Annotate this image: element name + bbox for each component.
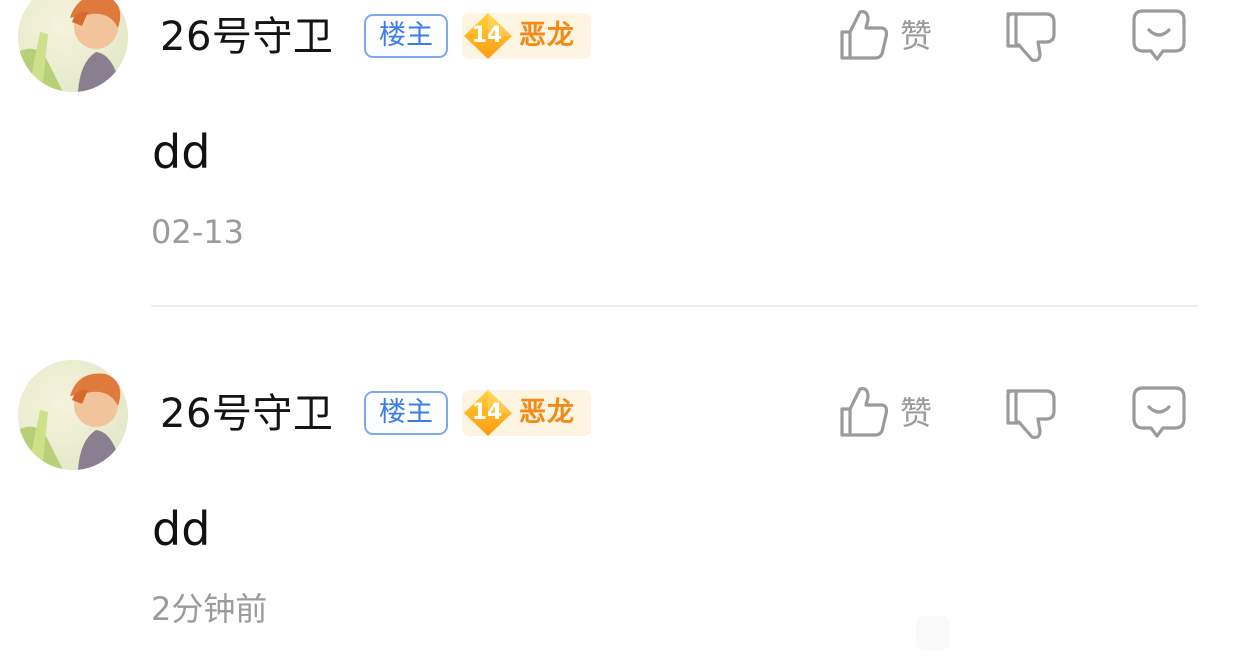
thumbs-up-icon[interactable] bbox=[838, 385, 890, 439]
comment-timestamp: 02-13 bbox=[151, 213, 244, 251]
like-label[interactable]: 赞 bbox=[900, 393, 932, 433]
level-number: 14 bbox=[471, 400, 503, 425]
thumbs-down-icon[interactable] bbox=[1004, 8, 1058, 64]
owner-badge: 楼主 bbox=[364, 14, 448, 58]
avatar[interactable] bbox=[18, 360, 128, 470]
username[interactable]: 26号守卫 bbox=[160, 13, 333, 61]
owner-badge: 楼主 bbox=[364, 391, 448, 435]
comment-content: dd bbox=[152, 502, 211, 556]
comment-divider bbox=[151, 305, 1198, 307]
comment-item: 26号守卫 楼主 14 恶龙 赞 dd 02-13 bbox=[0, 0, 1238, 282]
avatar-image bbox=[18, 360, 128, 470]
avatar[interactable] bbox=[18, 0, 128, 92]
thumbs-down-icon[interactable] bbox=[1004, 385, 1058, 441]
level-badge[interactable]: 14 恶龙 bbox=[462, 13, 591, 59]
comment-item: 26号守卫 楼主 14 恶龙 赞 dd 2分钟前 bbox=[0, 360, 1238, 660]
avatar-image bbox=[18, 0, 128, 92]
level-number: 14 bbox=[471, 23, 503, 48]
thumbs-up-icon[interactable] bbox=[838, 8, 890, 62]
faint-overlay-icon bbox=[916, 616, 950, 650]
username[interactable]: 26号守卫 bbox=[160, 390, 333, 438]
level-name: 恶龙 bbox=[519, 397, 575, 428]
comment-content: dd bbox=[152, 125, 211, 179]
level-badge[interactable]: 14 恶龙 bbox=[462, 390, 591, 436]
chat-bubble-icon[interactable] bbox=[1131, 8, 1187, 62]
chat-bubble-icon[interactable] bbox=[1131, 385, 1187, 439]
level-name: 恶龙 bbox=[519, 20, 575, 51]
like-label[interactable]: 赞 bbox=[900, 16, 932, 56]
comment-timestamp: 2分钟前 bbox=[151, 590, 268, 628]
